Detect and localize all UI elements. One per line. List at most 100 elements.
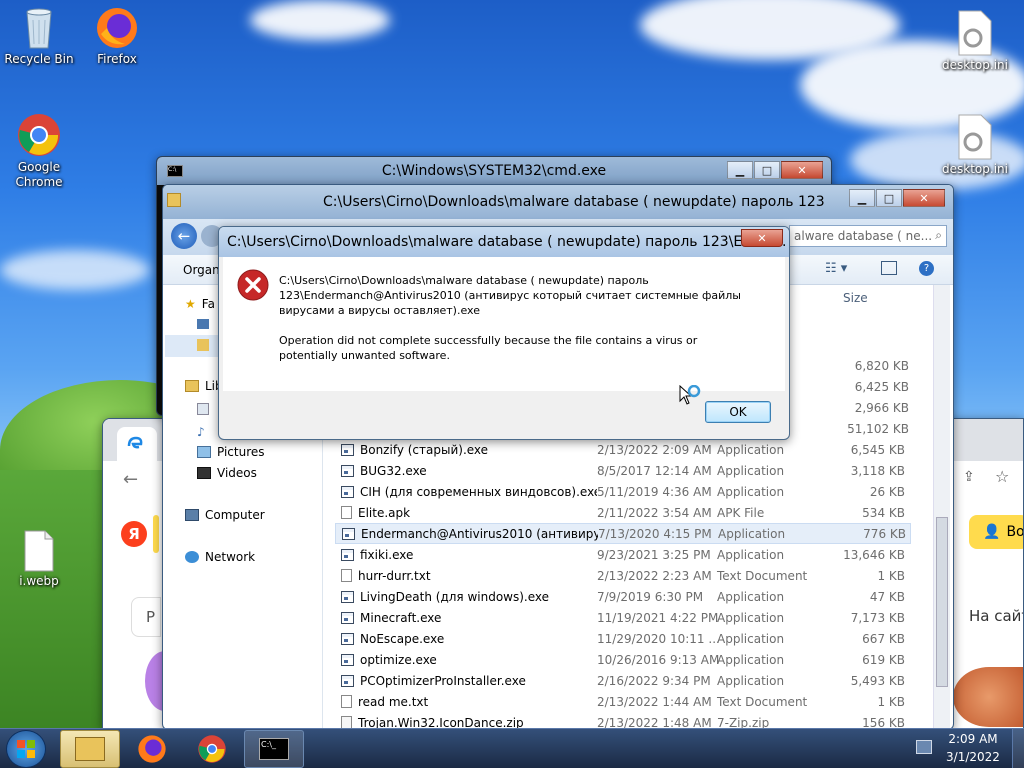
file-date: 9/23/2021 3:25 PM — [597, 547, 711, 562]
dialog-message: Operation did not complete successfully … — [279, 334, 698, 362]
file-name: Minecraft.exe — [360, 610, 442, 625]
file-row[interactable]: LivingDeath (для windows).exe 7/9/2019 6:… — [335, 586, 911, 607]
show-desktop-button[interactable] — [1012, 729, 1024, 768]
file-size: 534 KB — [862, 505, 905, 520]
file-type: Application — [717, 631, 785, 646]
file-name: PCOptimizerProInstaller.exe — [360, 673, 526, 688]
file-name-cell: Minecraft.exe — [335, 611, 597, 625]
application-file-icon — [341, 590, 354, 603]
file-name: optimize.exe — [360, 652, 437, 667]
file-date: 2/13/2022 2:09 AM — [597, 442, 712, 457]
file-row[interactable]: Endermanch@Antivirus2010 (антивирус ... 7… — [335, 523, 911, 544]
error-icon — [237, 269, 269, 301]
file-name-cell: Bonzify (старый).exe — [335, 443, 597, 457]
application-file-icon — [341, 611, 354, 624]
file-type: Text Document — [717, 694, 808, 709]
dialog-title: C:\Users\Cirno\Downloads\malware databas… — [227, 234, 787, 250]
file-row[interactable]: PCOptimizerProInstaller.exe 2/16/2022 9:3… — [335, 670, 911, 691]
file-size: 1 KB — [877, 694, 905, 709]
document-file-icon — [341, 695, 352, 708]
file-size: 619 KB — [862, 652, 905, 667]
file-row[interactable]: read me.txt 2/13/2022 1:44 AM Text Documen… — [335, 691, 911, 712]
file-name: BUG32.exe — [360, 463, 427, 478]
file-type: Application — [717, 463, 785, 478]
chrome-taskbar-icon — [198, 735, 226, 763]
zip-file-icon — [341, 716, 352, 728]
file-name-cell: NoEscape.exe — [335, 632, 597, 646]
taskbar-chrome-button[interactable] — [182, 730, 242, 768]
file-size: 5,493 KB — [850, 673, 905, 688]
file-name-cell: CIH (для современных виндовсов).exe — [335, 485, 597, 499]
file-type: Application — [717, 652, 785, 667]
application-file-icon — [341, 653, 354, 666]
taskbar-firefox-button[interactable] — [122, 730, 182, 768]
file-type: APK File — [717, 505, 765, 520]
file-name: hurr-durr.txt — [358, 568, 431, 583]
file-row[interactable]: Minecraft.exe 11/19/2021 4:22 PM Applicati… — [335, 607, 911, 628]
file-size: 47 KB — [869, 589, 905, 604]
document-file-icon — [341, 506, 352, 519]
file-type: Text Document — [717, 568, 808, 583]
clock-date[interactable]: 3/1/2022 — [946, 750, 1000, 764]
application-file-icon — [341, 632, 354, 645]
file-row[interactable]: BUG32.exe 8/5/2017 12:14 AM Application 3,1… — [335, 460, 911, 481]
file-size: 26 KB — [869, 484, 905, 499]
file-name-cell: BUG32.exe — [335, 464, 597, 478]
ok-button[interactable]: OK — [705, 401, 771, 423]
file-name-cell: hurr-durr.txt — [335, 569, 597, 583]
file-type: Application — [717, 442, 785, 457]
file-row[interactable]: fixiki.exe 9/23/2021 3:25 PM Application 13… — [335, 544, 911, 565]
file-size: 667 KB — [862, 631, 905, 646]
taskbar-cmd-button[interactable]: C:\_ — [244, 730, 304, 768]
firefox-taskbar-icon — [138, 735, 166, 763]
file-name-cell: fixiki.exe — [335, 548, 597, 562]
file-name-cell: LivingDeath (для windows).exe — [335, 590, 597, 604]
file-row[interactable]: Bonzify (старый).exe 2/13/2022 2:09 AM App… — [335, 439, 911, 460]
file-name-cell: read me.txt — [335, 695, 597, 709]
file-type: Application — [717, 610, 785, 625]
file-row[interactable]: optimize.exe 10/26/2016 9:13 AM Applicatio… — [335, 649, 911, 670]
file-size: 156 KB — [862, 715, 905, 729]
file-row[interactable]: Elite.apk 2/11/2022 3:54 AM APK File 534 KB — [335, 502, 911, 523]
windows-logo-icon — [17, 740, 35, 758]
application-file-icon — [341, 548, 354, 561]
file-date: 7/13/2020 4:15 PM — [598, 526, 712, 541]
file-type: Application — [718, 526, 786, 541]
start-button[interactable] — [6, 730, 46, 768]
file-size: 7,173 KB — [850, 610, 905, 625]
document-file-icon — [341, 569, 352, 582]
file-name-cell: Elite.apk — [335, 506, 597, 520]
application-file-icon — [341, 485, 354, 498]
taskbar-explorer-button[interactable] — [60, 730, 120, 768]
network-tray-icon[interactable] — [916, 740, 932, 754]
file-row[interactable]: hurr-durr.txt 2/13/2022 2:23 AM Text Docum… — [335, 565, 911, 586]
file-date: 2/13/2022 1:48 AM — [597, 715, 712, 729]
explorer-taskbar-icon — [75, 737, 105, 761]
file-name: Trojan.Win32.IconDance.zip — [358, 715, 524, 729]
file-name: fixiki.exe — [360, 547, 414, 562]
file-date: 2/13/2022 1:44 AM — [597, 694, 712, 709]
file-row[interactable]: CIH (для современных виндовсов).exe 5/11/… — [335, 481, 911, 502]
dialog-close-button[interactable]: ✕ — [741, 229, 783, 247]
file-name-cell: Endermanch@Antivirus2010 (антивирус ... — [336, 527, 598, 541]
file-name: read me.txt — [358, 694, 429, 709]
file-type: 7-Zip.zip — [717, 715, 770, 729]
file-name: LivingDeath (для windows).exe — [360, 589, 550, 604]
file-type: Application — [717, 547, 785, 562]
file-type: Application — [717, 673, 785, 688]
file-date: 5/11/2019 4:36 AM — [597, 484, 712, 499]
file-name: NoEscape.exe — [360, 631, 445, 646]
file-date: 11/29/2020 10:11 ... — [597, 631, 720, 646]
dialog-titlebar[interactable]: C:\Users\Cirno\Downloads\malware databas… — [219, 227, 789, 257]
application-file-icon — [341, 464, 354, 477]
file-date: 8/5/2017 12:14 AM — [597, 463, 712, 478]
file-row[interactable]: Trojan.Win32.IconDance.zip 2/13/2022 1:48… — [335, 712, 911, 728]
file-name-cell: PCOptimizerProInstaller.exe — [335, 674, 597, 688]
clock-time[interactable]: 2:09 AM — [946, 732, 1000, 746]
file-size: 776 KB — [863, 526, 906, 541]
file-type: Application — [717, 589, 785, 604]
file-row[interactable]: NoEscape.exe 11/29/2020 10:11 ... Applicat… — [335, 628, 911, 649]
file-type: Application — [717, 484, 785, 499]
application-file-icon — [341, 674, 354, 687]
file-name: Endermanch@Antivirus2010 (антивирус ... — [361, 526, 598, 541]
